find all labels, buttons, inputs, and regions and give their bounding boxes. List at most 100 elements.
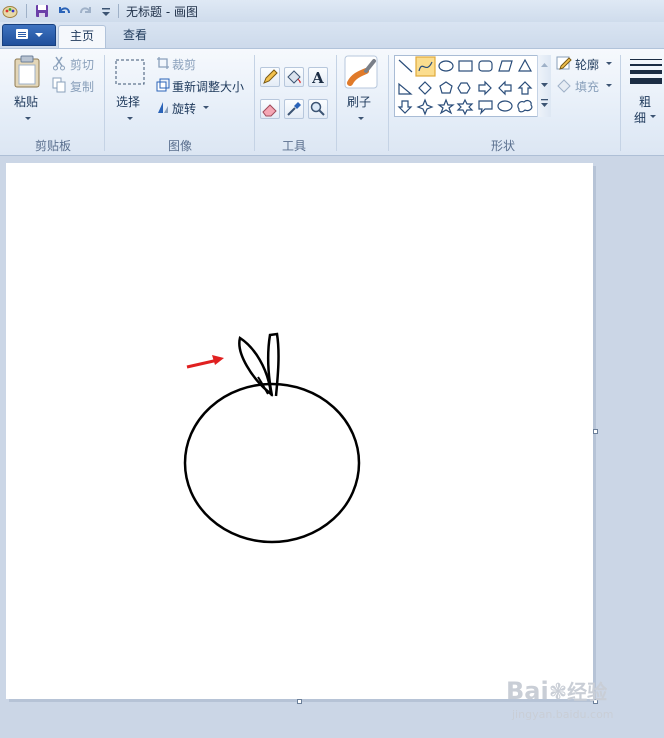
- drawing-layer: [183, 332, 361, 544]
- scroll-up-icon: [541, 63, 548, 67]
- ribbon-tab-row: 主页 查看: [0, 22, 664, 50]
- rounded-callout-shape-icon: [478, 100, 493, 115]
- curve-shape-cell: [415, 56, 436, 77]
- paste-button[interactable]: 粘贴: [14, 93, 38, 110]
- gallery-expand-icon: [541, 103, 548, 107]
- tab-view[interactable]: 查看: [112, 25, 158, 47]
- cut-icon[interactable]: [52, 55, 66, 71]
- customize-dropdown-icon[interactable]: [98, 3, 114, 19]
- red-arrow-head-icon: [212, 355, 224, 365]
- pencil-icon: [263, 69, 278, 84]
- hexagon-shape-icon: [457, 82, 471, 94]
- eraser-icon: [262, 104, 277, 117]
- six-point-star-shape-icon: [456, 98, 474, 116]
- outline-button[interactable]: 轮廓: [575, 56, 599, 73]
- select-button[interactable]: 选择: [116, 93, 140, 110]
- tab-home[interactable]: 主页: [58, 25, 106, 50]
- undo-icon[interactable]: [56, 3, 72, 19]
- right-arrow-shape-icon: [478, 80, 492, 96]
- brushes-button[interactable]: 刷子: [347, 93, 371, 110]
- five-point-star-shape-icon: [437, 98, 455, 115]
- tools-group-label: 工具: [281, 139, 306, 153]
- shapes-gallery: [394, 55, 550, 117]
- quick-access-divider: [26, 4, 27, 18]
- size-button-line2[interactable]: 细: [634, 109, 646, 126]
- down-arrow-shape-icon: [397, 100, 413, 114]
- apple-body-drawing: [183, 382, 361, 544]
- shapes-gallery-scrollbar[interactable]: [537, 55, 551, 117]
- select-dropdown-icon[interactable]: [127, 117, 133, 120]
- outline-icon[interactable]: [556, 55, 572, 71]
- eraser-tool[interactable]: [260, 99, 280, 119]
- pentagon-shape-icon: [439, 81, 453, 94]
- copy-button[interactable]: 复制: [70, 78, 94, 95]
- oval-shape-icon: [438, 60, 454, 72]
- canvas-resize-handle-bottom[interactable]: [297, 699, 302, 704]
- group-divider: [620, 55, 621, 151]
- crop-button[interactable]: 裁剪: [172, 56, 196, 73]
- up-arrow-shape-icon: [517, 81, 533, 95]
- text-tool[interactable]: A: [308, 67, 328, 87]
- rectangle-shape-icon: [458, 60, 473, 72]
- crop-icon[interactable]: [156, 56, 170, 70]
- paste-dropdown-icon[interactable]: [25, 117, 31, 120]
- fill-tool[interactable]: [284, 67, 304, 87]
- group-divider: [254, 55, 255, 151]
- group-divider: [104, 55, 105, 151]
- color-picker-tool[interactable]: [284, 99, 304, 119]
- svg-text:A: A: [311, 69, 324, 86]
- line-shape-icon: [398, 59, 413, 73]
- triangle-shape-icon: [517, 58, 533, 72]
- rotate-button[interactable]: 旋转: [172, 100, 196, 117]
- outline-dropdown-icon[interactable]: [606, 62, 612, 65]
- size-button-line1[interactable]: 粗: [639, 93, 651, 110]
- title-divider: [118, 4, 119, 18]
- paint-app-icon[interactable]: [2, 3, 18, 19]
- save-icon[interactable]: [34, 3, 50, 19]
- fill-dropdown-icon[interactable]: [606, 84, 612, 87]
- magnifier-tool[interactable]: [308, 99, 328, 119]
- rotate-icon[interactable]: [156, 100, 170, 114]
- scroll-down-icon: [541, 83, 548, 87]
- resize-button[interactable]: 重新调整大小: [172, 78, 244, 95]
- fill-button[interactable]: 填充: [575, 78, 599, 95]
- color-picker-icon: [287, 102, 301, 116]
- title-bar: 无标题 - 画图: [0, 0, 664, 23]
- size-dropdown-icon[interactable]: [650, 115, 656, 118]
- group-divider: [388, 55, 389, 151]
- copy-icon[interactable]: [52, 77, 66, 93]
- file-menu-button[interactable]: [2, 24, 56, 46]
- canvas-resize-handle-right[interactable]: [593, 429, 598, 434]
- rotate-dropdown-icon[interactable]: [203, 106, 209, 109]
- window-title: 无标题 - 画图: [126, 5, 198, 19]
- brush-icon[interactable]: [344, 55, 378, 89]
- resize-icon[interactable]: [156, 78, 170, 92]
- paste-icon[interactable]: [12, 55, 42, 89]
- size-icon[interactable]: [630, 59, 662, 88]
- watermark-brand: Bai❃经验: [506, 677, 608, 705]
- oval-callout-shape-icon: [497, 100, 513, 112]
- select-icon[interactable]: [114, 57, 146, 87]
- watermark-url: jingyan.baidu.com: [512, 708, 614, 721]
- chevron-down-icon: [35, 33, 43, 37]
- polygon-shape-icon: [498, 60, 513, 72]
- right-triangle-shape-icon: [398, 82, 413, 95]
- redo-icon[interactable]: [78, 3, 94, 19]
- document-icon: [16, 29, 28, 39]
- left-arrow-shape-icon: [498, 80, 512, 96]
- paw-icon: ❃: [548, 680, 568, 705]
- brushes-dropdown-icon[interactable]: [358, 117, 364, 120]
- fill-icon: [287, 70, 301, 84]
- ribbon-home: 粘贴 剪切 复制 剪贴板 选择 裁剪 重新调整大小 旋转 图像 A 工具 刷子 …: [0, 48, 664, 156]
- fill-style-icon[interactable]: [556, 77, 572, 93]
- cloud-callout-shape-icon: [517, 99, 533, 113]
- cut-button[interactable]: 剪切: [70, 56, 94, 73]
- rounded-rectangle-shape-icon: [478, 60, 493, 72]
- pencil-tool[interactable]: [260, 67, 280, 87]
- four-point-star-shape-icon: [416, 98, 434, 116]
- clipboard-group-label: 剪贴板: [34, 139, 71, 153]
- drawing-canvas[interactable]: [6, 163, 593, 699]
- red-arrow-line: [186, 358, 219, 369]
- stem-drawing: [267, 332, 280, 397]
- shapes-group-label: 形状: [490, 139, 515, 153]
